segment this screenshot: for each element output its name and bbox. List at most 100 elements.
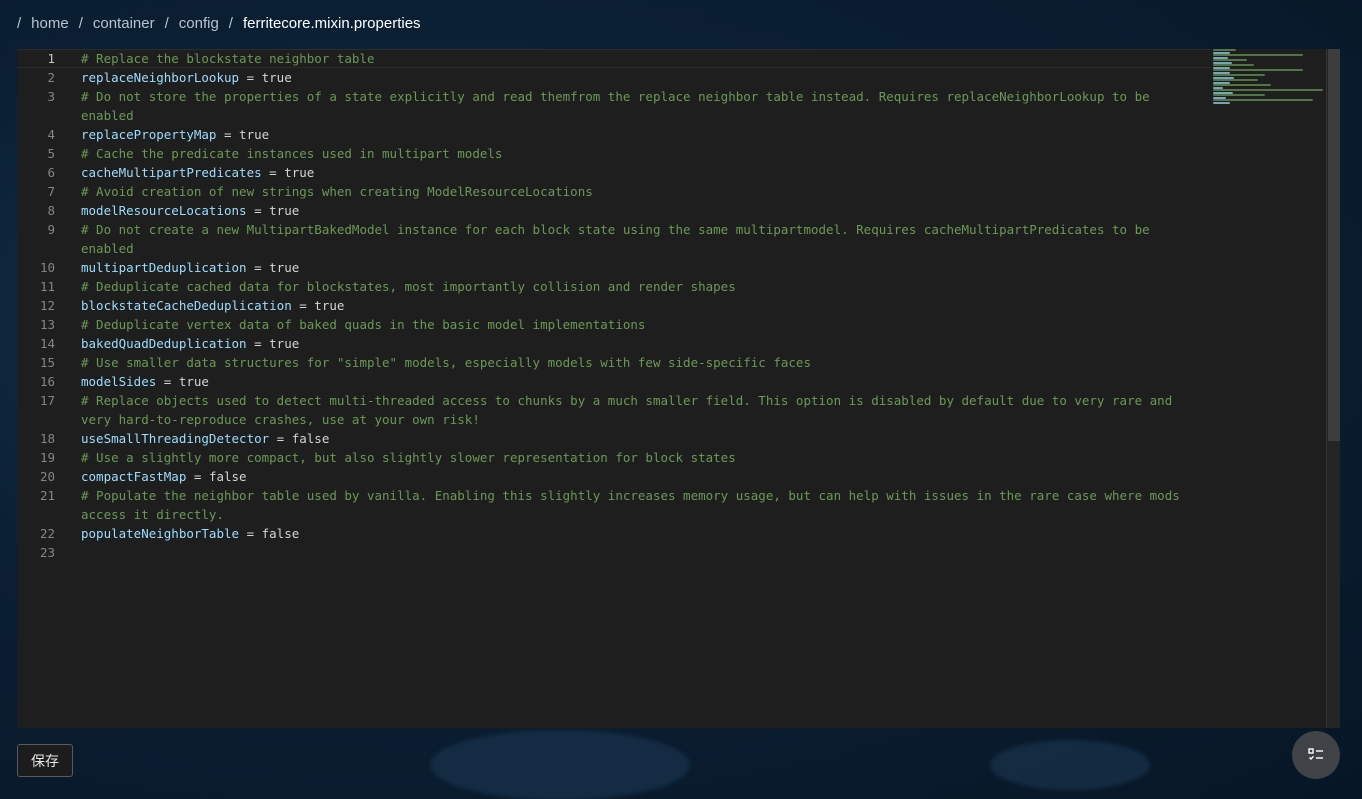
- code-line[interactable]: 20 compactFastMap = false: [17, 467, 1212, 486]
- code-line[interactable]: 18 useSmallThreadingDetector = false: [17, 429, 1212, 448]
- line-content: replaceNeighborLookup = true: [81, 68, 1181, 87]
- comment-text: # Cache the predicate instances used in …: [81, 146, 503, 161]
- line-content: # Replace objects used to detect multi-t…: [81, 391, 1181, 429]
- breadcrumb-separator: /: [164, 14, 169, 32]
- line-number: 19: [39, 450, 55, 465]
- breadcrumb: / home / container / config / ferritecor…: [17, 12, 431, 34]
- property-value: true: [284, 165, 315, 180]
- line-number: 20: [39, 469, 55, 484]
- property-key: replacePropertyMap: [81, 127, 217, 142]
- line-number: 12: [39, 298, 55, 313]
- code-line[interactable]: 11 # Deduplicate cached data for blocksta…: [17, 277, 1212, 296]
- property-key: blockstateCacheDeduplication: [81, 298, 292, 313]
- minimap-line: [1213, 89, 1323, 91]
- property-key: populateNeighborTable: [81, 526, 240, 541]
- line-number: 18: [39, 431, 55, 446]
- line-content: # Do not store the properties of a state…: [81, 87, 1181, 125]
- line-number: 9: [47, 222, 55, 237]
- floating-action-button[interactable]: [1292, 731, 1340, 779]
- line-number: 7: [47, 184, 55, 199]
- line-content: compactFastMap = false: [81, 467, 1181, 486]
- code-line[interactable]: 1 # Replace the blockstate neighbor table: [17, 49, 1212, 68]
- property-value: true: [239, 127, 270, 142]
- property-key: compactFastMap: [81, 469, 187, 484]
- property-key: replaceNeighborLookup: [81, 70, 240, 85]
- property-value: true: [261, 70, 292, 85]
- code-line[interactable]: 19 # Use a slightly more compact, but als…: [17, 448, 1212, 467]
- minimap-line: [1213, 54, 1303, 56]
- property-value: true: [178, 374, 209, 389]
- breadcrumb-home[interactable]: home: [31, 15, 69, 32]
- line-content: # Deduplicate cached data for blockstate…: [81, 277, 1181, 296]
- code-line[interactable]: 10 multipartDeduplication = true: [17, 258, 1212, 277]
- line-content: # Deduplicate vertex data of baked quads…: [81, 315, 1181, 334]
- minimap-line: [1213, 99, 1313, 101]
- line-number: 17: [39, 393, 55, 408]
- code-line[interactable]: 16 modelSides = true: [17, 372, 1212, 391]
- code-line[interactable]: 2 replaceNeighborLookup = true: [17, 68, 1212, 87]
- assignment-operator: =: [246, 260, 270, 275]
- scrollbar-thumb[interactable]: [1328, 49, 1340, 441]
- comment-text: # Deduplicate cached data for blockstate…: [81, 279, 736, 294]
- code-line[interactable]: 15 # Use smaller data structures for "sim…: [17, 353, 1212, 372]
- comment-text: # Replace objects used to detect multi-t…: [81, 393, 1180, 427]
- property-value: false: [291, 431, 330, 446]
- line-content: useSmallThreadingDetector = false: [81, 429, 1181, 448]
- minimap-line: [1213, 64, 1254, 66]
- assignment-operator: =: [291, 298, 315, 313]
- code-line[interactable]: 6 cacheMultipartPredicates = true: [17, 163, 1212, 182]
- line-content: blockstateCacheDeduplication = true: [81, 296, 1181, 315]
- line-content: # Populate the neighbor table used by va…: [81, 486, 1181, 524]
- comment-text: # Populate the neighbor table used by va…: [81, 488, 1188, 522]
- line-content: # Do not create a new MultipartBakedMode…: [81, 220, 1181, 258]
- property-key: multipartDeduplication: [81, 260, 247, 275]
- comment-text: # Replace the blockstate neighbor table: [81, 51, 375, 66]
- breadcrumb-container[interactable]: container: [93, 15, 155, 32]
- line-content: populateNeighborTable = false: [81, 524, 1181, 543]
- code-line[interactable]: 5 # Cache the predicate instances used in…: [17, 144, 1212, 163]
- code-line[interactable]: 9 # Do not create a new MultipartBakedMod…: [17, 220, 1212, 258]
- property-value: true: [269, 336, 300, 351]
- assignment-operator: =: [239, 526, 262, 541]
- comment-text: # Do not create a new MultipartBakedMode…: [81, 222, 1158, 256]
- minimap-line: [1213, 84, 1272, 86]
- property-key: bakedQuadDeduplication: [81, 336, 247, 351]
- code-area[interactable]: 1 # Replace the blockstate neighbor table…: [17, 49, 1212, 562]
- code-line[interactable]: 4 replacePropertyMap = true: [17, 125, 1212, 144]
- assignment-operator: =: [246, 336, 270, 351]
- property-value: true: [269, 203, 300, 218]
- comment-text: # Do not store the properties of a state…: [81, 89, 1158, 123]
- code-line[interactable]: 13 # Deduplicate vertex data of baked qua…: [17, 315, 1212, 334]
- code-line[interactable]: 8 modelResourceLocations = true: [17, 201, 1212, 220]
- code-line[interactable]: 22 populateNeighborTable = false: [17, 524, 1212, 543]
- editor-scrollbar[interactable]: [1326, 49, 1340, 728]
- code-line[interactable]: 17 # Replace objects used to detect multi…: [17, 391, 1212, 429]
- code-line[interactable]: 7 # Avoid creation of new strings when cr…: [17, 182, 1212, 201]
- code-line[interactable]: 3 # Do not store the properties of a stat…: [17, 87, 1212, 125]
- save-button[interactable]: 保存: [17, 744, 73, 777]
- assignment-operator: =: [261, 165, 285, 180]
- line-content: # Replace the blockstate neighbor table: [81, 49, 1181, 68]
- line-content: modelResourceLocations = true: [81, 201, 1181, 220]
- comment-text: # Deduplicate vertex data of baked quads…: [81, 317, 646, 332]
- code-editor[interactable]: 1 # Replace the blockstate neighbor table…: [17, 49, 1340, 728]
- minimap[interactable]: [1213, 49, 1325, 109]
- line-number: 1: [47, 51, 55, 66]
- code-line[interactable]: 23: [17, 543, 1212, 562]
- checklist-icon: [1308, 748, 1323, 761]
- line-number: 4: [47, 127, 55, 142]
- assignment-operator: =: [269, 431, 292, 446]
- line-number: 2: [47, 70, 55, 85]
- breadcrumb-config[interactable]: config: [179, 15, 219, 32]
- minimap-line: [1213, 74, 1266, 76]
- breadcrumb-current-file: ferritecore.mixin.properties: [242, 14, 421, 32]
- line-content: cacheMultipartPredicates = true: [81, 163, 1181, 182]
- property-value: true: [269, 260, 300, 275]
- line-content: replacePropertyMap = true: [81, 125, 1181, 144]
- code-line[interactable]: 12 blockstateCacheDeduplication = true: [17, 296, 1212, 315]
- code-line[interactable]: 21 # Populate the neighbor table used by …: [17, 486, 1212, 524]
- minimap-line: [1213, 69, 1303, 71]
- line-content: # Use a slightly more compact, but also …: [81, 448, 1181, 467]
- line-number: 15: [39, 355, 55, 370]
- code-line[interactable]: 14 bakedQuadDeduplication = true: [17, 334, 1212, 353]
